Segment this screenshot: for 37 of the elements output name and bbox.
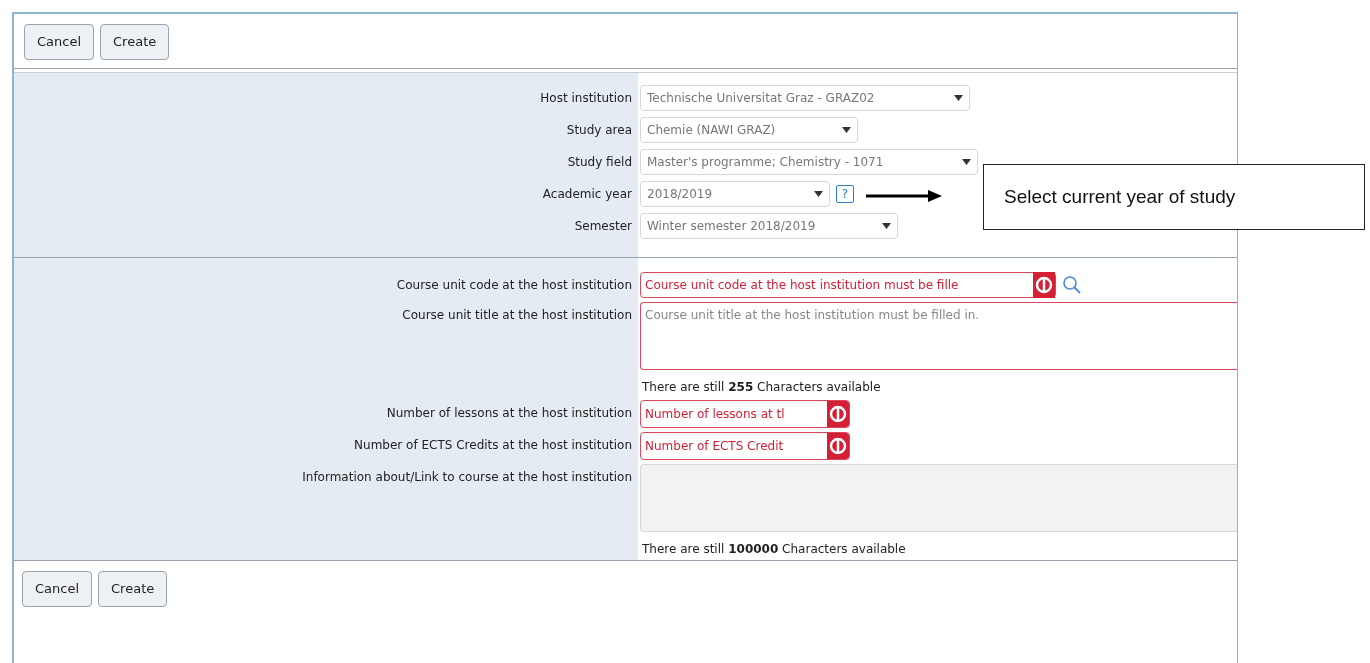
field-label: Number of ECTS Credits at the host institution: [354, 437, 632, 454]
error-icon: [827, 433, 849, 459]
code-field[interactable]: Course unit code at the host institution must be fille: [640, 272, 1056, 298]
dropdown[interactable]: Winter semester 2018/2019: [640, 213, 898, 239]
field-label: Host institution: [540, 90, 632, 107]
form-button[interactable]: Create: [100, 24, 170, 60]
dropdown[interactable]: 2018/2019: [640, 181, 830, 207]
field-label: Information about/Link to course at the host institution: [302, 469, 632, 486]
number-field[interactable]: Number of ECTS Credit: [640, 432, 850, 460]
field-label: Course unit code at the host institution: [396, 277, 632, 294]
arrow-icon: [866, 190, 942, 202]
field-label: Semester: [574, 218, 632, 235]
dropdown[interactable]: Technische Universitat Graz - GRAZ02: [640, 85, 970, 111]
help-icon[interactable]: ?: [836, 185, 854, 203]
form-button[interactable]: Cancel: [24, 24, 95, 60]
error-icon: [827, 401, 849, 427]
field-label: Course unit title at the host institution: [402, 307, 632, 324]
character-counter: There are still 100000 Characters available: [641, 541, 906, 558]
field-label: Number of lessons at the host institution: [386, 405, 632, 422]
number-field[interactable]: Number of lessons at tl: [640, 400, 850, 428]
error-icon: [1033, 272, 1055, 298]
character-counter: There are still 255 Characters available: [641, 379, 881, 396]
text-area[interactable]: Course unit title at the host institution must be filled in.: [640, 302, 1237, 370]
caret-icon: [962, 159, 971, 165]
form-button[interactable]: Create: [98, 571, 168, 607]
caret-icon: [954, 95, 963, 101]
field-label: Study area: [566, 122, 632, 139]
caret-icon: [842, 127, 851, 133]
search-icon[interactable]: [1062, 275, 1082, 295]
dropdown[interactable]: Chemie (NAWI GRAZ): [640, 117, 858, 143]
caret-icon: [882, 223, 891, 229]
caret-icon: [814, 191, 823, 197]
field-label: Academic year: [542, 186, 632, 203]
callout-box: Select current year of study: [983, 164, 1365, 230]
field-label: Study field: [567, 154, 632, 171]
dropdown[interactable]: Master's programme; Chemistry - 1071: [640, 149, 978, 175]
form-button[interactable]: Cancel: [22, 571, 93, 607]
